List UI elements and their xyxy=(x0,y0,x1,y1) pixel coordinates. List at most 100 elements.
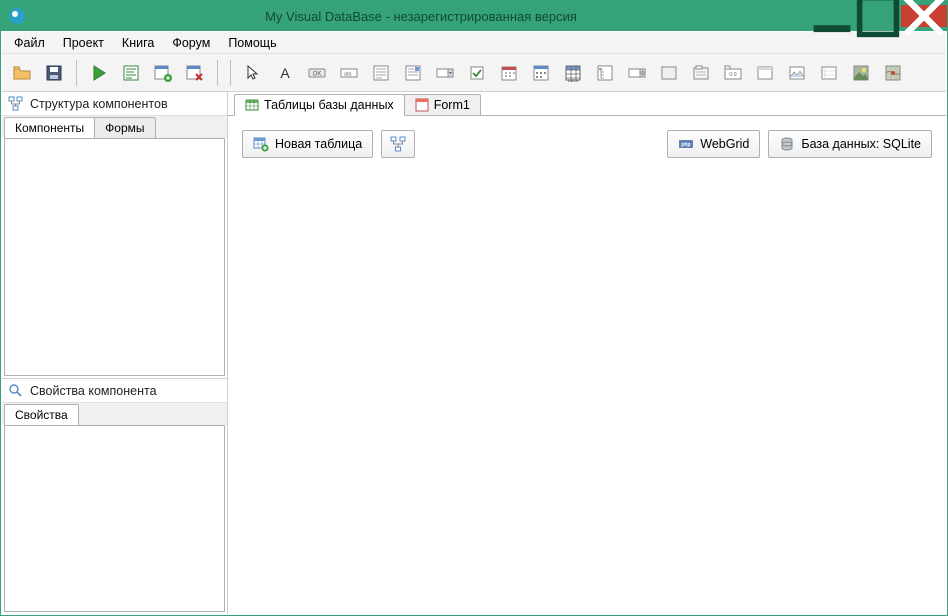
titlebar[interactable]: My Visual DataBase - незарегистрированна… xyxy=(1,1,947,31)
properties-tabs: Свойства xyxy=(2,403,227,425)
calendar-month-icon xyxy=(531,63,551,83)
content-toolbar: Новая таблица php WebGrid База данных xyxy=(242,130,932,158)
components-title: Структура компонентов xyxy=(30,97,168,111)
button-icon: OK xyxy=(307,63,327,83)
label-button[interactable]: A xyxy=(271,59,299,87)
menu-book[interactable]: Книга xyxy=(114,34,162,52)
separator xyxy=(76,60,77,86)
menu-forum[interactable]: Форум xyxy=(164,34,218,52)
components-panel: Структура компонентов Компоненты Формы xyxy=(2,92,227,378)
svg-text:OK: OK xyxy=(313,71,322,77)
components-tree[interactable] xyxy=(4,138,225,376)
main-content: Новая таблица php WebGrid База данных xyxy=(228,115,946,614)
relations-button[interactable] xyxy=(381,130,415,158)
db-table-icon xyxy=(245,98,259,112)
menu-file[interactable]: Файл xyxy=(6,34,53,52)
properties-grid[interactable] xyxy=(4,425,225,612)
treeview-button[interactable] xyxy=(591,59,619,87)
maximize-button[interactable] xyxy=(855,5,901,27)
new-form-button[interactable] xyxy=(149,59,177,87)
separator xyxy=(217,60,218,86)
folder-open-icon xyxy=(12,63,32,83)
checkbox-icon xyxy=(467,63,487,83)
new-table-label: Новая таблица xyxy=(275,137,362,151)
pagecontrol-button[interactable]: 0-9 xyxy=(719,59,747,87)
minimize-icon xyxy=(809,0,855,39)
tab-properties[interactable]: Свойства xyxy=(4,404,79,425)
label-icon: A xyxy=(275,63,295,83)
main-tab-form1[interactable]: Form1 xyxy=(404,94,481,116)
window-title: My Visual DataBase - незарегистрированна… xyxy=(33,9,809,24)
left-panel: Структура компонентов Компоненты Формы С… xyxy=(2,92,228,614)
file-icon xyxy=(819,63,839,83)
form-add-icon xyxy=(153,63,173,83)
database-label: База данных: SQLite xyxy=(801,137,921,151)
pointer-button[interactable] xyxy=(239,59,267,87)
groupbox-icon xyxy=(691,63,711,83)
tab-components[interactable]: Компоненты xyxy=(4,117,95,138)
tab-forms[interactable]: Формы xyxy=(94,117,155,138)
main-tabs: Таблицы базы данных Form1 xyxy=(228,92,946,116)
run-button[interactable] xyxy=(85,59,113,87)
svg-text:0-9: 0-9 xyxy=(729,72,736,78)
main-area: Таблицы базы данных Form1 Новая таблица xyxy=(228,92,946,614)
main-tab-tables[interactable]: Таблицы базы данных xyxy=(234,94,405,116)
combobox-icon xyxy=(435,63,455,83)
svg-text:DATA: DATA xyxy=(568,78,578,83)
groupbox-button[interactable] xyxy=(687,59,715,87)
app-window: My Visual DataBase - незарегистрированна… xyxy=(0,0,948,616)
combobox-button[interactable] xyxy=(431,59,459,87)
memo-icon xyxy=(371,63,391,83)
checkbox-button[interactable] xyxy=(463,59,491,87)
webgrid-label: WebGrid xyxy=(700,137,749,151)
tabs-icon: 0-9 xyxy=(723,63,743,83)
image-icon xyxy=(851,63,871,83)
dbimage-icon xyxy=(787,63,807,83)
image-button[interactable] xyxy=(847,59,875,87)
close-button[interactable] xyxy=(901,5,947,27)
body-area: Структура компонентов Компоненты Формы С… xyxy=(2,92,946,614)
menu-help[interactable]: Помощь xyxy=(220,34,284,52)
svg-text:ab|: ab| xyxy=(344,71,352,77)
svg-text:php: php xyxy=(682,142,691,148)
memo-button[interactable] xyxy=(367,59,395,87)
minimize-button[interactable] xyxy=(809,5,855,27)
save-icon xyxy=(44,63,64,83)
script-button[interactable] xyxy=(117,59,145,87)
new-table-icon xyxy=(253,136,269,152)
properties-header: Свойства компонента xyxy=(2,379,227,403)
components-tabs: Компоненты Формы xyxy=(2,116,227,138)
save-button[interactable] xyxy=(40,59,68,87)
dbfile-button[interactable] xyxy=(751,59,779,87)
svg-text:A: A xyxy=(280,65,290,81)
separator xyxy=(230,60,231,86)
panel-button[interactable] xyxy=(655,59,683,87)
main-tab-form1-label: Form1 xyxy=(434,98,470,112)
calendar-button[interactable] xyxy=(527,59,555,87)
toolbar: A OK ab| xyxy=(2,54,946,92)
menu-project[interactable]: Проект xyxy=(55,34,112,52)
counter-button[interactable] xyxy=(623,59,651,87)
richedit-button[interactable] xyxy=(399,59,427,87)
counter-icon xyxy=(627,63,647,83)
panel-icon xyxy=(659,63,679,83)
webgrid-button[interactable]: php WebGrid xyxy=(667,130,760,158)
delete-form-button[interactable] xyxy=(181,59,209,87)
button-control-button[interactable]: OK xyxy=(303,59,331,87)
tree-icon xyxy=(8,96,24,112)
app-icon xyxy=(9,8,25,24)
map-button[interactable] xyxy=(879,59,907,87)
calendar-icon xyxy=(499,63,519,83)
database-button[interactable]: База данных: SQLite xyxy=(768,130,932,158)
dbimage-button[interactable] xyxy=(783,59,811,87)
open-button[interactable] xyxy=(8,59,36,87)
relations-icon xyxy=(390,136,406,152)
textbox-icon: ab| xyxy=(339,63,359,83)
datetimepicker-button[interactable] xyxy=(495,59,523,87)
richedit-icon xyxy=(403,63,423,83)
dbfile2-button[interactable] xyxy=(815,59,843,87)
new-table-button[interactable]: Новая таблица xyxy=(242,130,373,158)
grid-button[interactable]: DATA xyxy=(559,59,587,87)
textbox-button[interactable]: ab| xyxy=(335,59,363,87)
grid-icon: DATA xyxy=(563,63,583,83)
